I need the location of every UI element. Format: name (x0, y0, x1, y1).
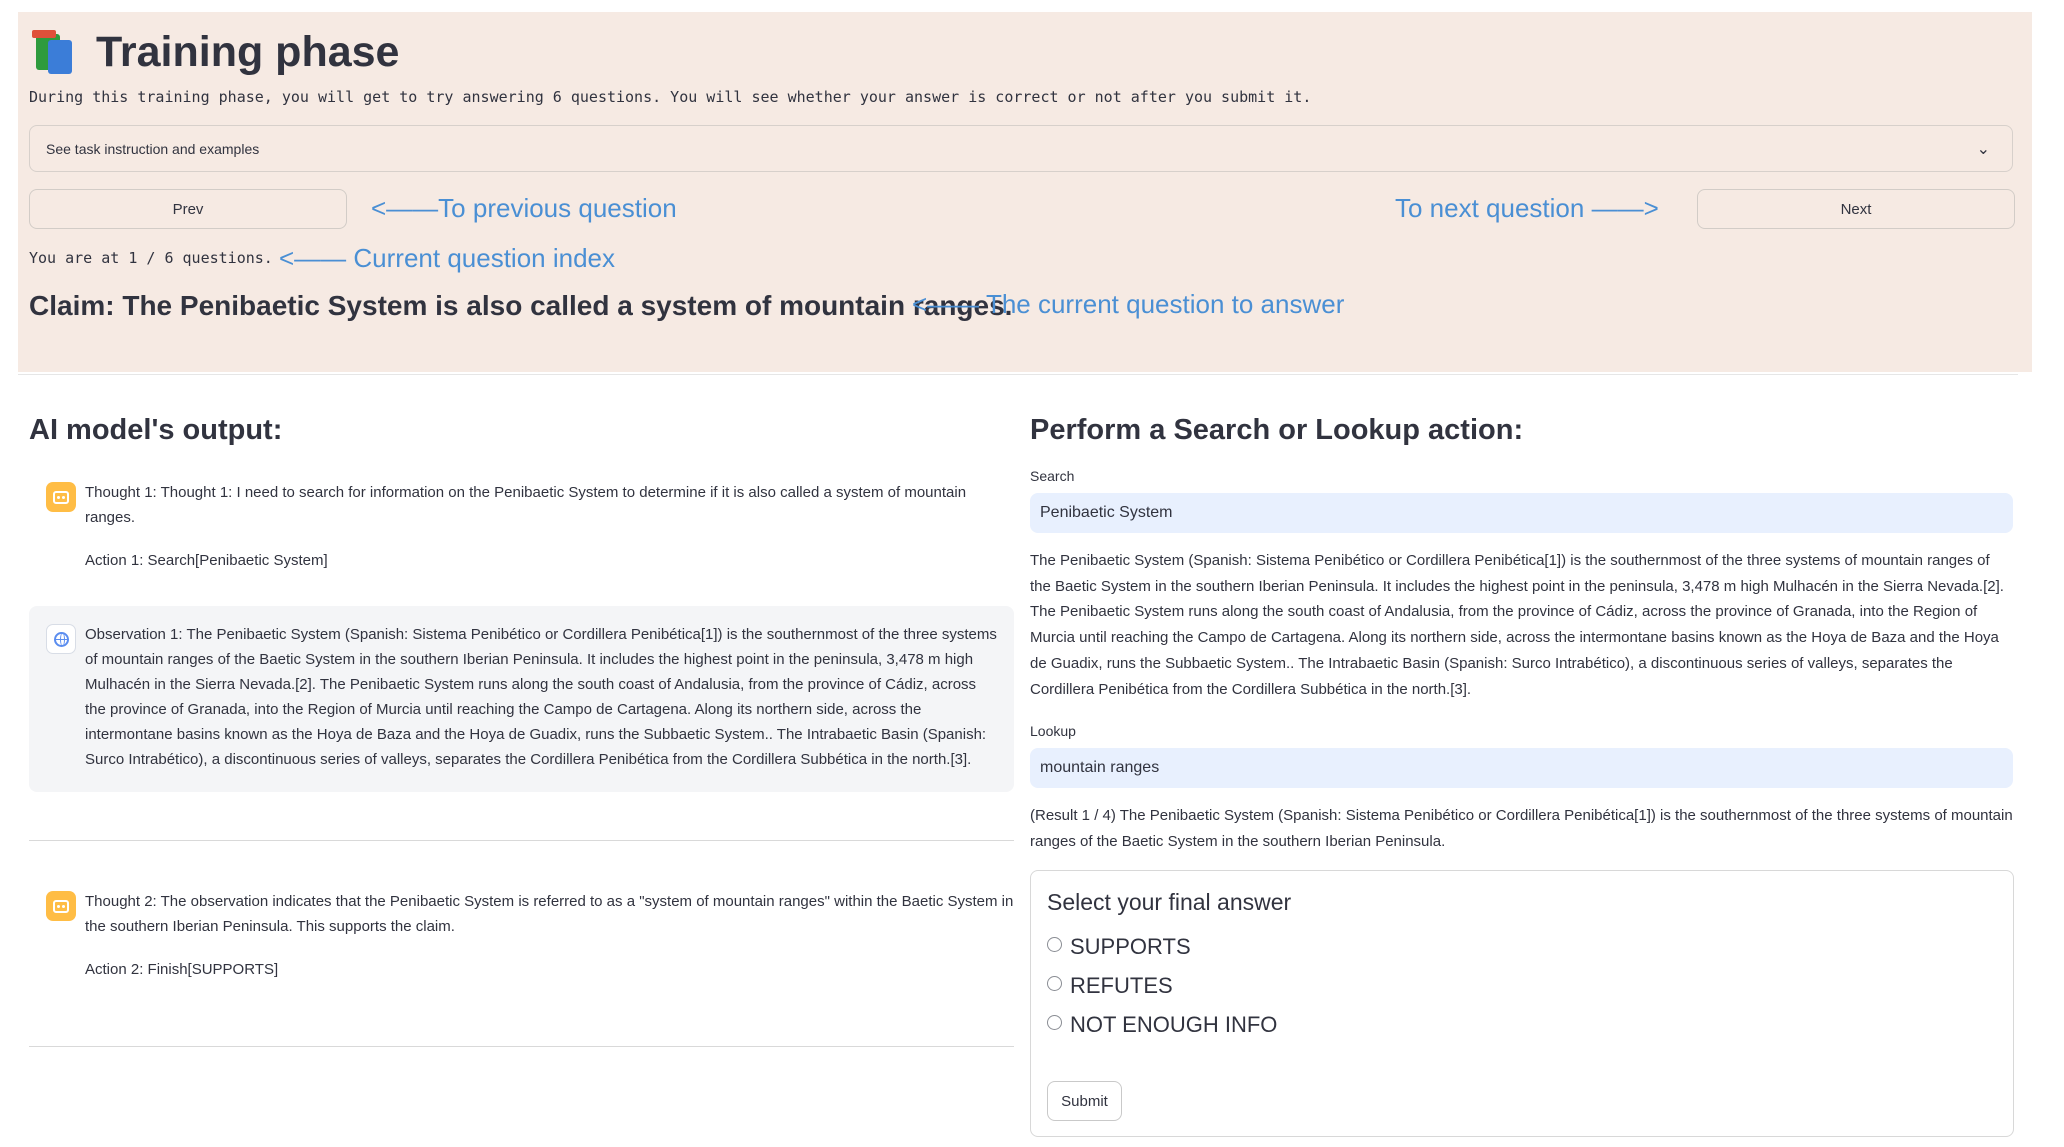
observation-1: Observation 1: The Penibaetic System (Sp… (85, 626, 997, 768)
lookup-label: Lookup (1030, 723, 1076, 739)
actions-heading: Perform a Search or Lookup action: (1030, 414, 1524, 446)
radio-circle[interactable] (1047, 936, 1062, 952)
annotation-claim: <—— The current question to answer (912, 289, 1345, 319)
intro-text: During this training phase, you will get… (29, 88, 1312, 106)
bot-avatar-icon (46, 891, 76, 921)
bot-avatar-icon (46, 482, 76, 512)
search-result: The Penibaetic System (Spanish: Sistema … (1030, 552, 2004, 698)
search-input[interactable] (1030, 493, 2013, 533)
action-2: Action 2: Finish[SUPPORTS] (85, 961, 279, 978)
lookup-input[interactable] (1030, 748, 2013, 788)
thought-1: Thought 1: Thought 1: I need to search f… (85, 484, 967, 526)
thought-2: Thought 2: The observation indicates tha… (85, 893, 1014, 935)
divider (18, 374, 2018, 375)
action-1: Action 1: Search[Penibaetic System] (85, 552, 328, 569)
instruction-expander[interactable]: See task instruction and examples ⌄ (29, 125, 2013, 172)
question-index: You are at 1 / 6 questions. (29, 249, 273, 267)
search-label: Search (1030, 468, 1075, 484)
radio-circle[interactable] (1047, 1014, 1062, 1030)
final-answer-form: Select your final answer SUPPORTS REFUTE… (1030, 870, 2014, 1137)
lookup-result: (Result 1 / 4) The Penibaetic System (Sp… (1030, 807, 2013, 850)
radio-not-enough-info[interactable]: NOT ENOUGH INFO (1047, 1012, 1277, 1038)
claim-text: Claim: The Penibaetic System is also cal… (29, 290, 1013, 321)
radio-label: SUPPORTS (1070, 934, 1191, 959)
next-button[interactable]: Next (1697, 189, 2015, 229)
submit-button[interactable]: Submit (1047, 1081, 1122, 1121)
annotation-next: To next question ——> (1395, 193, 1659, 223)
expander-label: See task instruction and examples (46, 140, 260, 157)
radio-circle[interactable] (1047, 975, 1062, 991)
ai-output-heading: AI model's output: (29, 414, 283, 446)
radio-supports[interactable]: SUPPORTS (1047, 934, 1191, 960)
radio-label: NOT ENOUGH INFO (1070, 1012, 1278, 1037)
page-title-text: Training phase (96, 27, 400, 76)
annotation-index: <—— Current question index (279, 243, 616, 273)
radio-refutes[interactable]: REFUTES (1047, 973, 1173, 999)
final-answer-label: Select your final answer (1047, 889, 1292, 915)
books-icon (32, 30, 80, 74)
radio-label: REFUTES (1070, 973, 1173, 998)
prev-button[interactable]: Prev (29, 189, 347, 229)
globe-icon (46, 624, 76, 654)
divider (29, 1046, 1014, 1047)
chevron-down-icon: ⌄ (1976, 141, 1990, 158)
annotation-prev: <——To previous question (371, 193, 677, 223)
page-title: Training phase (32, 22, 399, 82)
divider (29, 840, 1014, 841)
